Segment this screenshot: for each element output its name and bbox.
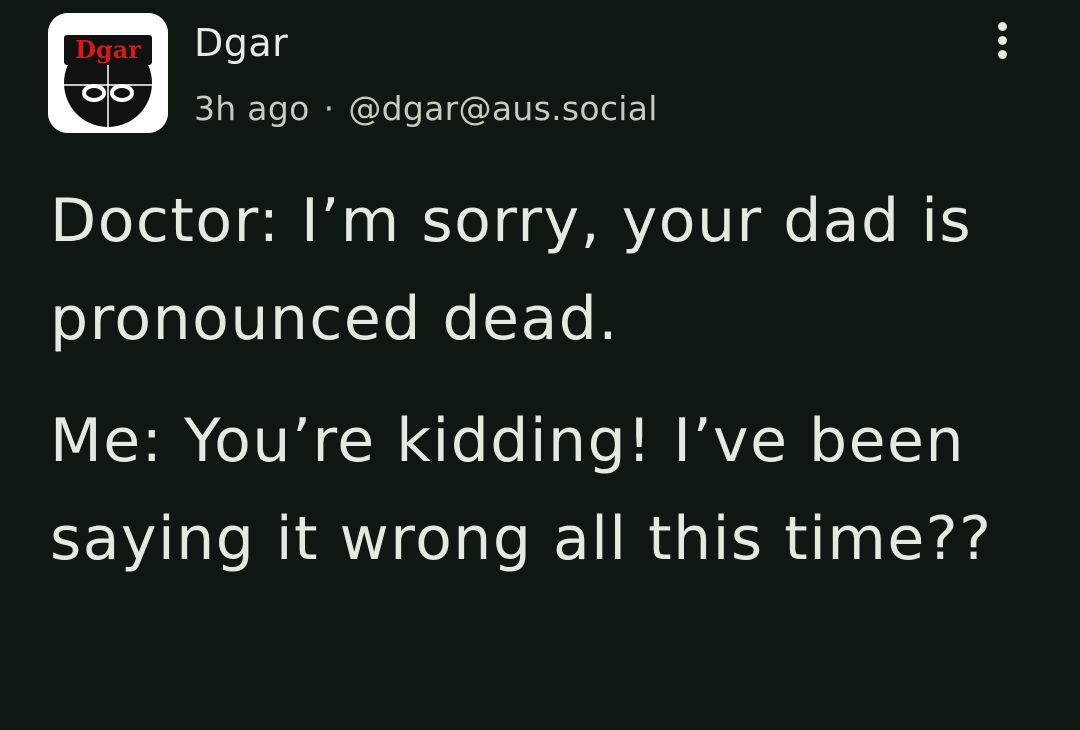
meta-separator: · <box>323 89 335 128</box>
dgar-logo-icon: Dgar <box>48 13 168 133</box>
post-paragraph: Me: You’re kidding! I’ve been saying it … <box>50 406 993 574</box>
post-content: Doctor: I’m sorry, your dad is pronounce… <box>50 172 1040 588</box>
more-options-button[interactable] <box>984 16 1020 64</box>
post: Dgar Dgar 3h ago · @dgar@aus.social Doctor… <box>0 0 1080 730</box>
more-vertical-icon-dot <box>997 35 1007 45</box>
post-meta: 3h ago · @dgar@aus.social <box>194 86 658 132</box>
post-timestamp[interactable]: 3h ago <box>194 89 310 128</box>
avatar[interactable]: Dgar <box>48 13 168 133</box>
post-paragraph: Doctor: I’m sorry, your dad is pronounce… <box>50 186 973 354</box>
more-vertical-icon-dot <box>997 21 1007 31</box>
author-display-name[interactable]: Dgar <box>194 18 288 68</box>
author-handle[interactable]: @dgar@aus.social <box>348 89 657 128</box>
avatar-logo-text: Dgar <box>75 35 141 64</box>
more-vertical-icon-dot <box>997 49 1007 59</box>
